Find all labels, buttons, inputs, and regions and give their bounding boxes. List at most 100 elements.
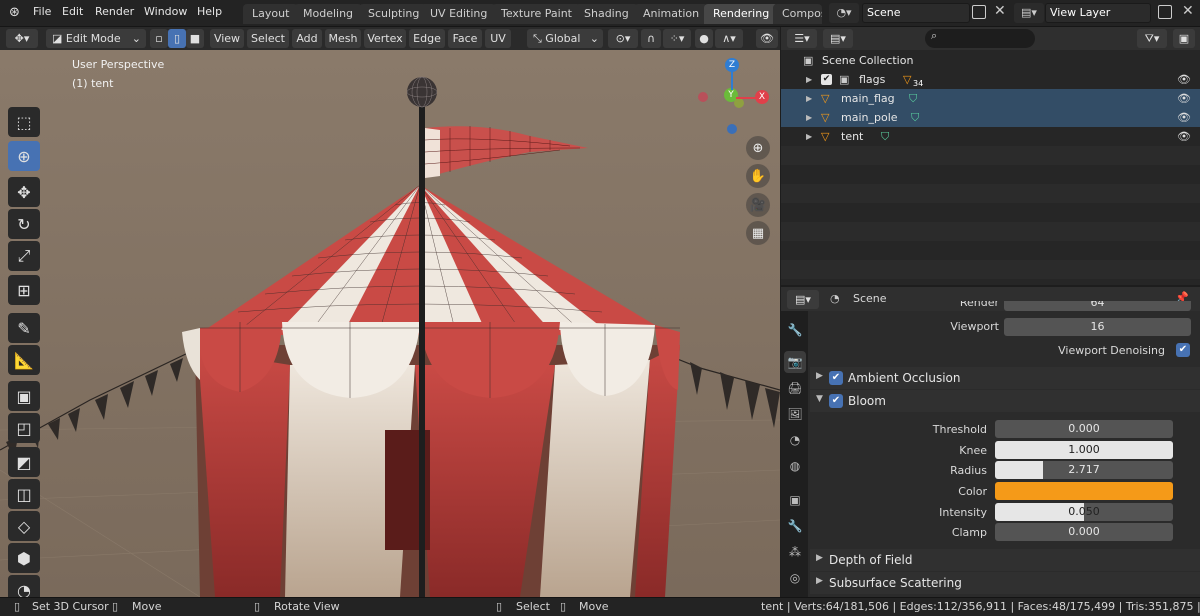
menu-view[interactable]: View xyxy=(210,29,244,48)
menu-window[interactable]: Window xyxy=(144,5,187,18)
scene-tab-icon[interactable]: ◔ xyxy=(784,429,806,451)
eye-icon[interactable]: 👁 xyxy=(1177,89,1191,108)
eye-icon[interactable]: 👁 xyxy=(1177,108,1191,127)
measure-icon[interactable]: 📐 xyxy=(8,345,40,375)
ambient-occlusion-checkbox[interactable]: ✔ xyxy=(829,371,843,385)
proportional-edit-icon[interactable]: ● xyxy=(695,29,713,48)
extrude-icon[interactable]: ▣ xyxy=(8,381,40,411)
menu-edge[interactable]: Edge xyxy=(409,29,445,48)
expand-arrow-icon[interactable]: ▶ xyxy=(806,89,812,108)
render-tab-icon[interactable]: 📷 xyxy=(784,351,806,373)
tool-tab-icon[interactable]: 🔧 xyxy=(784,319,806,341)
outliner-row-main-pole[interactable]: ▶ ▽ main_pole ⛉ 👁 xyxy=(781,108,1200,127)
knife-icon[interactable]: ◇ xyxy=(8,511,40,541)
eye-icon[interactable]: 👁 xyxy=(1177,70,1191,89)
copy-scene-icon[interactable] xyxy=(972,5,986,19)
viewport-denoising-checkbox[interactable]: ✔ xyxy=(1176,343,1190,357)
tab-texture-paint[interactable]: Texture Paint xyxy=(492,4,581,24)
output-tab-icon[interactable]: 🖨 xyxy=(784,377,806,399)
color-swatch[interactable] xyxy=(995,482,1173,500)
menu-mesh[interactable]: Mesh xyxy=(325,29,361,48)
threshold-field[interactable]: 0.000 xyxy=(995,420,1173,438)
tab-animation[interactable]: Animation xyxy=(634,4,709,24)
cursor-icon[interactable]: ⊕ xyxy=(8,141,40,171)
menu-vertex[interactable]: Vertex xyxy=(364,29,406,48)
new-collection-icon[interactable]: ▣ xyxy=(1173,29,1195,48)
bevel-icon[interactable]: ◩ xyxy=(8,447,40,477)
outliner-row-tent[interactable]: ▶ ▽ tent ⛉ 👁 xyxy=(781,127,1200,146)
display-mode-icon[interactable]: ▤▾ xyxy=(823,29,853,48)
tab-compositing[interactable]: Compos xyxy=(773,4,822,24)
neg-z-axis-dot[interactable] xyxy=(727,124,737,134)
particles-tab-icon[interactable]: ⁂ xyxy=(784,541,806,563)
clamp-field[interactable]: 0.000 xyxy=(995,523,1173,541)
view-layer-icon[interactable]: ▤▾ xyxy=(1014,3,1044,23)
neg-x-axis-dot[interactable] xyxy=(698,92,708,102)
inset-icon[interactable]: ◰ xyxy=(8,413,40,443)
3d-viewport[interactable]: ⬚ ⊕ ✥ ↻ ⤢ ⊞ ✎ 📐 ▣ ◰ ◩ ◫ ◇ ⬢ ◔ ◉ User Per… xyxy=(0,50,780,597)
poly-build-icon[interactable]: ⬢ xyxy=(8,543,40,573)
z-axis-dot[interactable]: Z xyxy=(725,58,739,72)
close-scene-icon[interactable]: ✕ xyxy=(994,3,1006,19)
expand-arrow-icon[interactable]: ▶ xyxy=(806,70,812,89)
spin-icon[interactable]: ◔ xyxy=(8,575,40,597)
render-samples-field[interactable]: 64 xyxy=(1004,301,1191,311)
vertex-select-icon[interactable]: ▫ xyxy=(150,29,168,48)
bloom-checkbox[interactable]: ✔ xyxy=(829,394,843,408)
menu-edit[interactable]: Edit xyxy=(62,5,83,18)
ambient-occlusion-panel[interactable]: ▶ ✔ Ambient Occlusion xyxy=(810,367,1200,389)
visibility-icon[interactable]: 👁 xyxy=(756,29,778,48)
knee-slider[interactable]: 1.000 xyxy=(995,441,1173,459)
outliner-search[interactable]: ⌕ xyxy=(925,29,1035,48)
outliner-row-main-flag[interactable]: ▶ ▽ main_flag ⛉ 👁 xyxy=(781,89,1200,108)
scene-collection-row[interactable]: ▣ Scene Collection xyxy=(781,51,1200,70)
physics-tab-icon[interactable]: ◎ xyxy=(784,567,806,589)
intensity-slider[interactable]: 0.050 xyxy=(995,503,1173,521)
navigation-gizmo[interactable]: Z Y X xyxy=(690,58,774,136)
camera-icon[interactable]: 🎥 xyxy=(746,193,770,217)
subsurface-scattering-panel[interactable]: ▶ Subsurface Scattering xyxy=(810,572,1200,594)
tab-layout[interactable]: Layout xyxy=(243,4,299,24)
select-box-icon[interactable]: ⬚ xyxy=(8,107,40,137)
x-axis-dot[interactable]: X xyxy=(755,90,769,104)
view-layer-selector[interactable]: View Layer xyxy=(1045,3,1151,23)
menu-select[interactable]: Select xyxy=(247,29,289,48)
expand-arrow-icon[interactable]: ▶ xyxy=(806,108,812,127)
scale-icon[interactable]: ⤢ xyxy=(8,241,40,271)
depth-of-field-panel[interactable]: ▶ Depth of Field xyxy=(810,549,1200,571)
orientation-selector[interactable]: ⤡ Global ⌄ xyxy=(527,29,603,48)
radius-slider[interactable]: 2.717 xyxy=(995,461,1173,479)
filter-icon[interactable]: ⛛▾ xyxy=(1137,29,1167,48)
transform-icon[interactable]: ⊞ xyxy=(8,275,40,305)
edge-select-icon[interactable]: ▯ xyxy=(168,29,186,48)
tab-sculpting[interactable]: Sculpting xyxy=(359,4,429,24)
tab-modeling[interactable]: Modeling xyxy=(294,4,363,24)
outliner-type-icon[interactable]: ☰▾ xyxy=(787,29,817,48)
world-tab-icon[interactable]: ◍ xyxy=(784,455,806,477)
scene-selector[interactable]: Scene xyxy=(862,3,970,23)
tab-rendering[interactable]: Rendering xyxy=(704,4,779,24)
editor-type-icon[interactable]: ✥▾ xyxy=(6,29,38,48)
menu-file[interactable]: File xyxy=(33,5,51,18)
loop-cut-icon[interactable]: ◫ xyxy=(8,479,40,509)
properties-type-icon[interactable]: ▤▾ xyxy=(787,290,819,309)
annotate-icon[interactable]: ✎ xyxy=(8,313,40,343)
eye-icon[interactable]: 👁 xyxy=(1177,127,1191,146)
tab-uv-editing[interactable]: UV Editing xyxy=(421,4,497,24)
falloff-icon[interactable]: ∧▾ xyxy=(715,29,743,48)
pan-hand-icon[interactable]: ✋ xyxy=(746,164,770,188)
scene-type-icon[interactable]: ◔▾ xyxy=(829,3,859,23)
menu-uv[interactable]: UV xyxy=(485,29,511,48)
expand-arrow-icon[interactable]: ▶ xyxy=(806,127,812,146)
copy-layer-icon[interactable] xyxy=(1158,5,1172,19)
close-layer-icon[interactable]: ✕ xyxy=(1182,3,1194,19)
menu-help[interactable]: Help xyxy=(197,5,222,18)
modifier-tab-icon[interactable]: 🔧 xyxy=(784,515,806,537)
move-icon[interactable]: ✥ xyxy=(8,177,40,207)
viewport-samples-field[interactable]: 16 xyxy=(1004,318,1191,336)
outliner-row-flags[interactable]: ▶ ✔ ▣ flags ▽ 34 👁 xyxy=(781,70,1200,89)
rotate-icon[interactable]: ↻ xyxy=(8,209,40,239)
search-input[interactable] xyxy=(940,30,1021,42)
zoom-icon[interactable]: ⊕ xyxy=(746,136,770,160)
snap-icon[interactable]: ∩ xyxy=(641,29,661,48)
